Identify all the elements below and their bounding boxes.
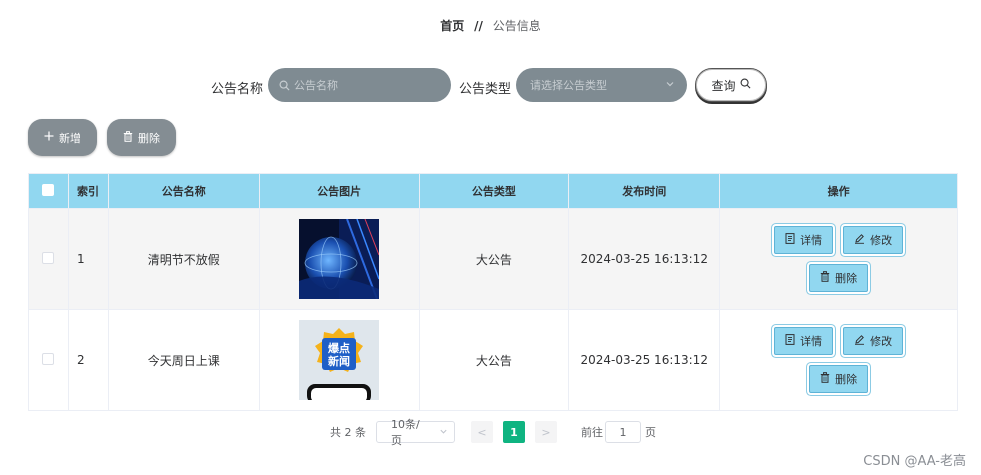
column-header-actions: 操作 (719, 173, 958, 209)
pagination: 共 2 条 10条/页 < 1 > 前往 1 页 (0, 418, 981, 447)
query-button-label: 查询 (711, 78, 736, 93)
prev-page-button[interactable]: < (471, 421, 493, 443)
table-row: 2 今天周日上课 爆点 新闻 大公告 2024-03-25 16:13:12 详… (28, 309, 958, 411)
batch-delete-button[interactable]: 删除 (107, 119, 176, 156)
row-name: 今天周日上课 (107, 309, 260, 411)
row-image-cell: 爆点 新闻 (258, 309, 420, 411)
delete-button-label: 删除 (835, 272, 858, 285)
watermark: CSDN @AA-老高 (863, 454, 966, 469)
row-actions: 详情 修改 删除 (719, 208, 958, 310)
name-search-placeholder: 公告名称 (294, 79, 338, 92)
row-time: 2024-03-25 16:13:12 (568, 208, 721, 310)
add-button[interactable]: 新增 (28, 119, 97, 156)
row-checkbox[interactable] (42, 251, 55, 264)
name-search-input[interactable]: 公告名称 (268, 68, 451, 102)
batch-delete-label: 删除 (138, 131, 160, 145)
plus-icon (44, 131, 54, 144)
breadcrumb: 首页 // 公告信息 (0, 17, 981, 34)
name-search-label: 公告名称 (211, 82, 264, 97)
column-header-time: 发布时间 (568, 173, 721, 209)
chevron-down-icon (665, 79, 675, 92)
trash-icon (820, 372, 830, 386)
badge-text-line1: 爆点 (328, 341, 350, 355)
breadcrumb-current: 公告信息 (492, 19, 541, 33)
row-index: 2 (67, 309, 109, 411)
row-time: 2024-03-25 16:13:12 (568, 309, 721, 411)
search-icon (740, 78, 751, 92)
breadcrumb-home[interactable]: 首页 (440, 19, 464, 33)
row-select-cell (28, 208, 69, 310)
detail-button[interactable]: 详情 (774, 327, 834, 355)
goto-label: 前往 (581, 426, 603, 439)
row-image-cell (258, 208, 420, 310)
document-icon (785, 334, 795, 348)
document-icon (785, 233, 795, 247)
type-select[interactable]: 请选择公告类型 (516, 68, 687, 102)
goto-page-input[interactable]: 1 (605, 421, 641, 443)
select-all-checkbox[interactable] (42, 183, 55, 196)
breadcrumb-separator: // (474, 19, 483, 33)
row-name: 清明节不放假 (107, 208, 260, 310)
tech-globe-image[interactable] (299, 219, 380, 299)
edit-button[interactable]: 修改 (843, 327, 904, 355)
column-header-name: 公告名称 (107, 173, 260, 209)
notice-table: 索引 公告名称 公告图片 公告类型 发布时间 操作 1 清明节不放假 大公告 2… (28, 173, 958, 411)
query-button[interactable]: 查询 (695, 68, 767, 102)
breaking-news-image[interactable]: 爆点 新闻 (299, 320, 380, 400)
delete-button[interactable]: 删除 (809, 264, 869, 292)
table-header-row: 索引 公告名称 公告图片 公告类型 发布时间 操作 (28, 173, 958, 209)
type-select-placeholder: 请选择公告类型 (530, 79, 607, 92)
pagination-total: 共 2 条 (330, 426, 366, 439)
detail-button-label: 详情 (800, 234, 823, 247)
edit-button[interactable]: 修改 (843, 226, 904, 254)
next-page-button[interactable]: > (535, 421, 557, 443)
detail-button-label: 详情 (800, 335, 823, 348)
trash-icon (820, 271, 830, 285)
delete-button[interactable]: 删除 (809, 365, 869, 393)
add-button-label: 新增 (59, 131, 81, 145)
column-header-index: 索引 (67, 173, 109, 209)
row-checkbox[interactable] (42, 352, 55, 365)
edit-button-label: 修改 (870, 234, 893, 247)
row-type: 大公告 (418, 208, 570, 310)
trash-icon (123, 130, 133, 145)
edit-icon (854, 334, 865, 348)
select-all-cell (28, 173, 69, 209)
badge-text-line2: 新闻 (328, 354, 350, 368)
row-index: 1 (67, 208, 109, 310)
page-size-select[interactable]: 10条/页 (376, 418, 455, 447)
page-suffix: 页 (645, 426, 656, 439)
table-row: 1 清明节不放假 大公告 2024-03-25 16:13:12 详情 修改 删… (28, 208, 958, 310)
column-header-type: 公告类型 (418, 173, 570, 209)
edit-icon (854, 233, 865, 247)
page-number-current[interactable]: 1 (503, 421, 525, 443)
row-actions: 详情 修改 删除 (719, 309, 958, 411)
column-header-image: 公告图片 (258, 173, 420, 209)
chevron-down-icon (439, 426, 448, 439)
edit-button-label: 修改 (870, 335, 893, 348)
row-select-cell (28, 309, 69, 411)
type-select-label: 公告类型 (459, 82, 512, 97)
page-size-value: 10条/页 (391, 418, 420, 447)
search-icon (276, 80, 292, 91)
row-type: 大公告 (418, 309, 570, 411)
delete-button-label: 删除 (835, 373, 858, 386)
detail-button[interactable]: 详情 (774, 226, 834, 254)
